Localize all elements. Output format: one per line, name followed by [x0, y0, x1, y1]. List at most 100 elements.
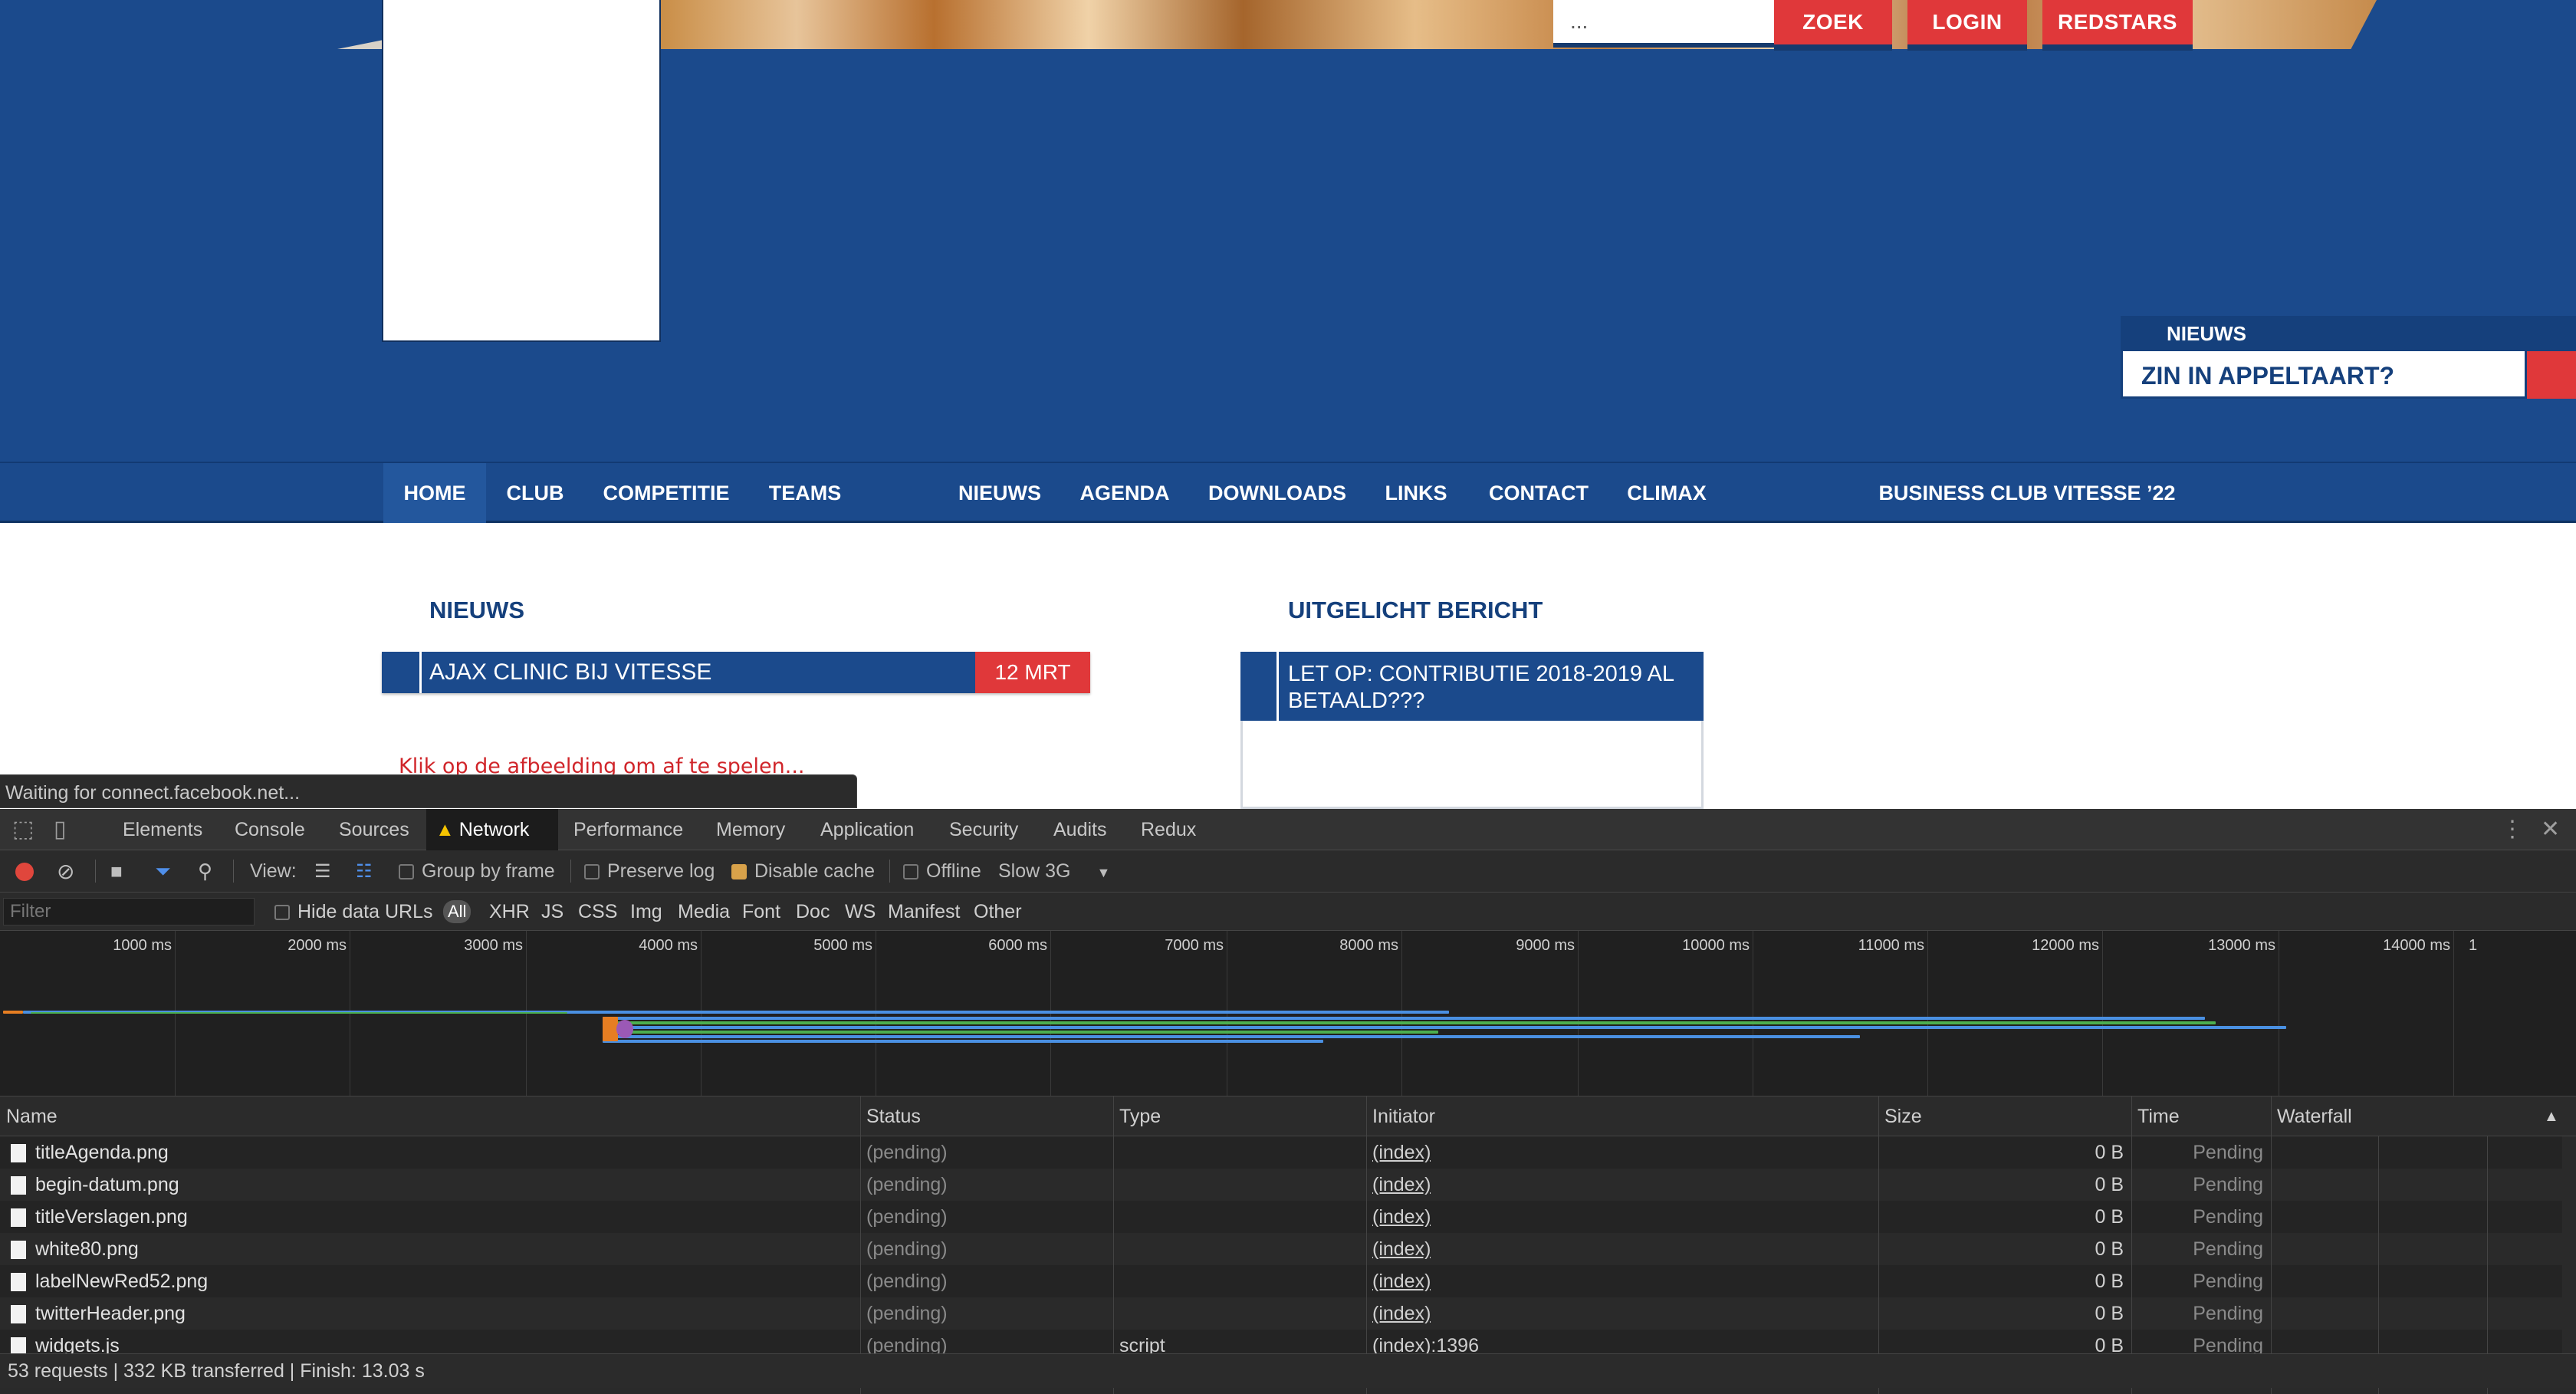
tab-network-label: Network	[458, 819, 530, 840]
news-item-date: 12 MRT	[975, 652, 1090, 693]
inspect-element-icon[interactable]: ⬚	[12, 809, 34, 850]
throttle-value: Slow 3G	[998, 860, 1071, 882]
tab-application[interactable]: Application	[811, 809, 923, 850]
tab-performance[interactable]: Performance	[564, 809, 692, 850]
tab-sources[interactable]: Sources	[330, 809, 419, 850]
request-initiator[interactable]: (index)	[1372, 1136, 1431, 1169]
news-ticker-headline[interactable]: ZIN IN APPELTAART?	[2121, 351, 2527, 399]
table-row[interactable]: labelNewRed52.png (pending) (index) 0 B Pend…	[0, 1265, 2562, 1297]
request-initiator[interactable]: (index)	[1372, 1265, 1431, 1297]
filter-xhr[interactable]: XHR	[489, 893, 530, 931]
timeline-tick: 1000 ms	[113, 937, 172, 954]
screenshot-icon[interactable]: ■	[110, 850, 123, 893]
nav-competitie[interactable]: COMPETITIE	[595, 463, 738, 523]
club-logo[interactable]	[382, 0, 661, 342]
nav-climax[interactable]: CLIMAX	[1619, 463, 1714, 523]
search-button[interactable]: ZOEK	[1774, 0, 1892, 44]
disable-cache-label: Disable cache	[754, 860, 876, 882]
filter-css[interactable]: CSS	[578, 893, 617, 931]
column-initiator[interactable]: Initiator	[1366, 1096, 1435, 1136]
tab-redux[interactable]: Redux	[1132, 809, 1205, 850]
filter-font[interactable]: Font	[742, 893, 780, 931]
news-ticker-next[interactable]	[2527, 351, 2576, 399]
filter-doc[interactable]: Doc	[796, 893, 830, 931]
more-options-icon[interactable]: ⋮	[2501, 809, 2524, 850]
request-initiator[interactable]: (index)	[1372, 1233, 1431, 1265]
request-initiator[interactable]: (index)	[1372, 1201, 1431, 1233]
column-type[interactable]: Type	[1113, 1096, 1161, 1136]
nav-downloads[interactable]: DOWNLOADS	[1201, 463, 1354, 523]
filter-ws[interactable]: WS	[845, 893, 876, 931]
column-divider	[1113, 1136, 1114, 1169]
waterfall-bar	[31, 1012, 567, 1014]
requests-table-header: Name Status Type Initiator Size Time Wat…	[0, 1096, 2576, 1136]
device-toolbar-icon[interactable]: ▯	[54, 809, 67, 850]
filter-input[interactable]	[3, 898, 255, 925]
nav-links[interactable]: LINKS	[1374, 463, 1458, 523]
filter-media[interactable]: Media	[678, 893, 730, 931]
tab-audits[interactable]: Audits	[1044, 809, 1116, 850]
column-time[interactable]: Time	[2131, 1096, 2180, 1136]
nav-teams[interactable]: TEAMS	[759, 463, 851, 523]
filter-manifest[interactable]: Manifest	[888, 893, 960, 931]
table-row[interactable]: begin-datum.png (pending) (index) 0 B Pendin…	[0, 1169, 2562, 1201]
nav-agenda[interactable]: AGENDA	[1072, 463, 1178, 523]
search-input[interactable]	[1553, 0, 1774, 43]
nav-nieuws[interactable]: NIEUWS	[948, 463, 1052, 523]
tab-memory[interactable]: Memory	[707, 809, 794, 850]
column-divider	[2271, 1265, 2272, 1297]
request-time: Pending	[2193, 1303, 2263, 1324]
column-divider	[1878, 1233, 1879, 1265]
large-rows-icon[interactable]: ☰	[314, 850, 331, 893]
hide-data-urls-checkbox[interactable]: Hide data URLs	[274, 893, 432, 931]
disable-cache-checkbox[interactable]: Disable cache	[731, 850, 875, 893]
filter-icon[interactable]: ⏷	[155, 850, 171, 893]
column-status[interactable]: Status	[860, 1096, 921, 1136]
table-row[interactable]: titleAgenda.png (pending) (index) 0 B Pendin…	[0, 1136, 2562, 1169]
filter-js[interactable]: JS	[541, 893, 564, 931]
tab-network[interactable]: ▲ Network	[426, 809, 558, 850]
column-divider	[1878, 1297, 1879, 1330]
column-divider	[2271, 1136, 2272, 1169]
throttle-select[interactable]: Slow 3G ▼	[998, 850, 1110, 894]
preserve-log-checkbox[interactable]: Preserve log	[584, 850, 715, 893]
filter-img[interactable]: Img	[630, 893, 662, 931]
tab-elements[interactable]: Elements	[113, 809, 212, 850]
tab-console[interactable]: Console	[225, 809, 314, 850]
sort-ascending-icon[interactable]: ▲	[2538, 1096, 2559, 1136]
news-item[interactable]: AJAX CLINIC BIJ VITESSE 12 MRT	[382, 652, 1090, 693]
login-button[interactable]: LOGIN	[1907, 0, 2027, 44]
column-name[interactable]: Name	[0, 1096, 58, 1136]
grid-line	[175, 931, 176, 1096]
toolbar-divider	[95, 860, 96, 883]
close-devtools-icon[interactable]: ✕	[2541, 809, 2560, 850]
featured-post[interactable]: LET OP: CONTRIBUTIE 2018-2019 AL BETAALD…	[1240, 652, 1704, 809]
record-icon[interactable]	[15, 863, 34, 881]
offline-checkbox[interactable]: Offline	[903, 850, 981, 893]
tab-security[interactable]: Security	[940, 809, 1027, 850]
table-row[interactable]: twitterHeader.png (pending) (index) 0 B Pend…	[0, 1297, 2562, 1330]
network-overview[interactable]: 1000 ms 2000 ms 3000 ms 4000 ms 5000 ms …	[0, 931, 2576, 1096]
filter-other[interactable]: Other	[974, 893, 1022, 931]
nav-club[interactable]: CLUB	[494, 463, 577, 523]
redstars-button[interactable]: REDSTARS	[2042, 0, 2193, 44]
table-row[interactable]: white80.png (pending) (index) 0 B Pending	[0, 1233, 2562, 1265]
overview-icon[interactable]: ☷	[356, 850, 373, 893]
nav-contact[interactable]: CONTACT	[1483, 463, 1595, 523]
filter-all[interactable]: All	[443, 900, 472, 923]
column-divider	[860, 1265, 861, 1297]
column-divider	[2131, 1233, 2132, 1265]
column-size[interactable]: Size	[1878, 1096, 1922, 1136]
group-by-frame-checkbox[interactable]: Group by frame	[399, 850, 555, 893]
clear-icon[interactable]: ⊘	[57, 850, 74, 893]
nav-home[interactable]: HOME	[383, 463, 486, 523]
column-waterfall[interactable]: Waterfall	[2271, 1096, 2352, 1136]
nav-business-club[interactable]: BUSINESS CLUB VITESSE ’22	[1877, 463, 2177, 523]
request-initiator[interactable]: (index)	[1372, 1169, 1431, 1201]
timeline-tick: 11000 ms	[1858, 937, 1924, 954]
search-icon[interactable]: ⚲	[198, 850, 212, 893]
request-size: 0 B	[2095, 1303, 2124, 1324]
table-row[interactable]: titleVerslagen.png (pending) (index) 0 B Pen…	[0, 1201, 2562, 1233]
request-initiator[interactable]: (index)	[1372, 1297, 1431, 1330]
timeline-tick: 1	[2469, 937, 2478, 954]
